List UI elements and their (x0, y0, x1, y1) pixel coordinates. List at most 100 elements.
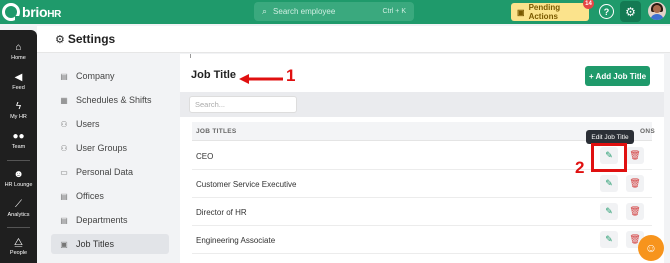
page-title: Settings (67, 32, 116, 46)
delete-job-title-button[interactable]: 🗑 (626, 203, 644, 220)
id-card-icon: ▭ (60, 167, 68, 177)
delete-job-title-button[interactable]: 🗑 (626, 175, 644, 192)
user-groups-icon: ⚇ (60, 143, 68, 153)
team-icon: ●● (12, 131, 25, 142)
bolt-icon: ϟ (15, 101, 22, 112)
trash-icon: 🗑 (629, 206, 641, 216)
annotation-highlight-box (591, 143, 627, 172)
lounge-icon: ☻ (13, 169, 24, 180)
job-title-cell: Customer Service Executive (196, 180, 297, 189)
job-title-cell: CEO (196, 152, 214, 161)
employee-search-input[interactable]: ⌕ Search employee Ctrl + K (254, 2, 414, 21)
avatar[interactable] (648, 2, 666, 20)
brio-hr-logo[interactable]: brioHR (2, 2, 66, 22)
edit-job-title-button[interactable]: ✎ (600, 231, 618, 248)
divider (190, 54, 191, 58)
pencil-icon: ✎ (605, 206, 613, 216)
nav-divider (7, 160, 30, 161)
settings-header: ⚙ Settings (37, 26, 670, 53)
employee-search-placeholder: Search employee (273, 7, 336, 16)
sidebar-item-label: Departments (76, 215, 128, 225)
home-icon: ⌂ (15, 42, 22, 53)
sidebar-item-user-groups[interactable]: ⚇ User Groups (51, 138, 169, 158)
section-title: Job Title (191, 69, 237, 81)
table-row: Engineering Associate ✎ 🗑 (192, 226, 652, 254)
nav-label: My HR (10, 114, 27, 120)
edit-job-title-button[interactable]: ✎ (600, 203, 618, 220)
departments-icon: ▤ (60, 215, 68, 225)
annotation-step-1: 1 (286, 66, 296, 85)
delete-job-title-button[interactable]: 🗑 (626, 147, 644, 164)
annotation-arrow (239, 74, 283, 84)
sidebar-item-label: Personal Data (76, 167, 134, 177)
nav-label: Home (11, 55, 26, 61)
sidebar-item-label: Users (76, 119, 100, 129)
nav-item-my-hr[interactable]: ϟ My HR (0, 101, 37, 120)
nav-item-feed[interactable]: ◀ Feed (0, 72, 37, 91)
sidebar-item-label: Job Titles (76, 239, 115, 249)
job-title-cell: Director of HR (196, 208, 247, 217)
sidebar-item-label: Company (76, 71, 115, 81)
nav-item-team[interactable]: ●● Team (0, 131, 37, 150)
pencil-icon: ✎ (605, 178, 613, 188)
calendar-icon: ▦ (60, 95, 68, 105)
logo-suffix: HR (47, 9, 62, 20)
calendar-icon: ▣ (517, 7, 525, 17)
settings-sidebar: ▤ Company ▦ Schedules & Shifts ⚇ Users ⚇… (37, 54, 179, 263)
nav-item-home[interactable]: ⌂ Home (0, 42, 37, 61)
pending-count-badge: 14 (583, 0, 594, 9)
nav-label: Analytics (7, 212, 30, 218)
top-bar: brioHR ⌕ Search employee Ctrl + K ▣ Pend… (0, 0, 670, 24)
search-shortcut: Ctrl + K (382, 8, 406, 15)
logo-text: brio (22, 4, 48, 20)
table-row: Director of HR ✎ 🗑 (192, 198, 652, 226)
edit-tooltip: Edit Job Title (586, 130, 634, 144)
office-icon: ▤ (60, 191, 68, 201)
sidebar-item-label: Offices (76, 191, 104, 201)
nav-divider (7, 227, 30, 228)
nav-label: HR Lounge (4, 182, 33, 188)
sidebar-item-label: User Groups (76, 143, 128, 153)
pending-actions-label: Pending Actions (528, 3, 561, 21)
main-nav: ⌂ Home ◀ Feed ϟ My HR ●● Team ☻ HR Loung… (0, 30, 37, 263)
nav-label: Team (11, 144, 26, 150)
gear-icon[interactable]: ⚙ (620, 1, 641, 22)
column-header-actions: ONS (640, 128, 655, 135)
table-header: JOB TITLES ONS (192, 122, 655, 141)
sidebar-item-personal-data[interactable]: ▭ Personal Data (51, 162, 169, 182)
chat-support-button[interactable]: ☺ (638, 235, 664, 261)
nav-label: People (9, 250, 28, 256)
megaphone-icon: ◀ (14, 72, 23, 83)
search-icon: ⌕ (262, 6, 268, 16)
sidebar-item-users[interactable]: ⚇ Users (51, 114, 169, 134)
sidebar-item-label: Schedules & Shifts (76, 95, 152, 105)
sidebar-item-departments[interactable]: ▤ Departments (51, 210, 169, 230)
help-icon[interactable]: ? (599, 4, 614, 19)
sidebar-item-schedules[interactable]: ▦ Schedules & Shifts (51, 90, 169, 110)
org-chart-icon: ⧋ (14, 237, 23, 248)
chat-person-icon: ☺ (644, 241, 658, 255)
add-job-title-button[interactable]: + Add Job Title (585, 66, 650, 86)
pencil-icon: ✎ (605, 234, 613, 244)
sidebar-item-job-titles[interactable]: ▣ Job Titles (51, 234, 169, 254)
analytics-icon: ⟋ (15, 199, 22, 210)
job-title-search-input[interactable]: Search... (189, 96, 297, 113)
nav-item-people[interactable]: ⧋ People (0, 237, 37, 256)
pending-actions-button[interactable]: ▣ Pending Actions (511, 3, 589, 21)
building-icon: ▤ (60, 71, 68, 81)
annotation-step-2: 2 (575, 158, 585, 177)
job-title-cell: Engineering Associate (196, 236, 276, 245)
nav-item-analytics[interactable]: ⟋ Analytics (0, 199, 37, 218)
sidebar-item-offices[interactable]: ▤ Offices (51, 186, 169, 206)
logo-mark-icon (2, 3, 21, 22)
gear-icon: ⚙ (55, 33, 65, 46)
users-icon: ⚇ (60, 119, 68, 129)
nav-label: Feed (12, 85, 25, 91)
column-header-job-titles: JOB TITLES (196, 128, 237, 135)
sidebar-item-company[interactable]: ▤ Company (51, 66, 169, 86)
edit-job-title-button[interactable]: ✎ (600, 175, 618, 192)
trash-icon: 🗑 (629, 150, 641, 160)
briefcase-icon: ▣ (60, 239, 68, 249)
trash-icon: 🗑 (629, 178, 641, 188)
nav-item-hr-lounge[interactable]: ☻ HR Lounge (0, 169, 37, 188)
